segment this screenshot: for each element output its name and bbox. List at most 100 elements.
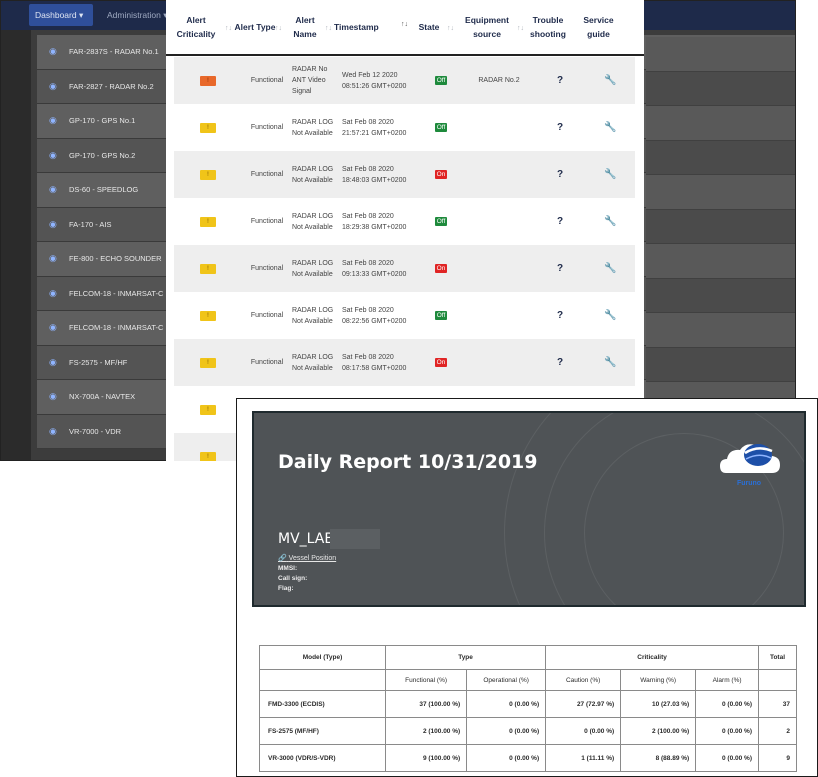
- equipment-name: FE-800 - ECHO SOUNDER: [69, 254, 162, 264]
- state-badge[interactable]: Off: [434, 217, 448, 226]
- sort-icon[interactable]: ↑↓: [275, 22, 282, 36]
- state-badge[interactable]: On: [434, 358, 448, 367]
- sort-icon[interactable]: ↑↓: [401, 18, 408, 32]
- vessel-position-link[interactable]: 🔗 Vessel Position: [278, 554, 336, 562]
- cell-type: Functional: [242, 77, 292, 84]
- wrench-icon[interactable]: 🔧: [604, 122, 616, 133]
- eye-icon[interactable]: ◉: [49, 81, 61, 92]
- state-badge[interactable]: On: [434, 170, 448, 179]
- header-label: Alert Type: [234, 22, 276, 32]
- mmsi-label: MMSI:: [278, 565, 298, 572]
- report-table-body: FMD-3300 (ECDIS) 37 (100.00 %) 0 (0.00 %) 2…: [259, 690, 797, 772]
- sidebar: [1, 30, 31, 460]
- table-row[interactable]: ! Functional RADAR LOG Not Available Sat Fe…: [174, 339, 635, 386]
- alert-name: RADAR LOG Not Available: [292, 212, 334, 231]
- table-row: [646, 210, 795, 244]
- wrench-icon[interactable]: 🔧: [604, 357, 616, 368]
- alert-name: RADAR LOG Not Available: [292, 165, 334, 184]
- column-header-source[interactable]: Equipment source ↑↓: [456, 0, 526, 54]
- equipment-list-right-columns: [646, 37, 795, 460]
- alert-name: RADAR LOG Not Available: [292, 353, 334, 372]
- sort-icon[interactable]: ↑↓: [225, 22, 232, 36]
- state-badge[interactable]: On: [434, 264, 448, 273]
- cell-type: Functional: [242, 171, 292, 178]
- troubleshooting-help-icon[interactable]: ?: [557, 122, 563, 133]
- state-badge[interactable]: Off: [434, 311, 448, 320]
- sort-icon[interactable]: ↑↓: [517, 22, 524, 36]
- alerts-panel: Alert Criticality ↑↓ Alert Type ↑↓ Alert N…: [166, 0, 644, 461]
- cell-caution: 27 (72.97 %): [545, 690, 622, 718]
- nav-administration-button[interactable]: Administration ▾: [101, 4, 174, 26]
- criticality-badge-icon: !: [200, 451, 216, 461]
- table-row[interactable]: ! Functional RADAR No ANT Video Signal Wed …: [174, 57, 635, 104]
- column-header-criticality[interactable]: Alert Criticality ↑↓: [166, 0, 234, 54]
- table-row[interactable]: ! Functional RADAR LOG Not Available Sat Fe…: [174, 292, 635, 339]
- eye-icon[interactable]: ◉: [49, 391, 61, 402]
- cell-timestamp: Sat Feb 08 2020 09:13:33 GMT+0200: [342, 258, 418, 280]
- wrench-icon[interactable]: 🔧: [604, 169, 616, 180]
- equipment-name: NX-700A - NAVTEX: [69, 392, 136, 402]
- sort-icon[interactable]: ↑↓: [325, 22, 332, 36]
- cell-criticality: !: [174, 451, 242, 461]
- cell-model: VR-3000 (VDR/S-VDR): [259, 744, 386, 772]
- table-row[interactable]: ! Functional RADAR LOG Not Available Sat Fe…: [174, 104, 635, 151]
- troubleshooting-help-icon[interactable]: ?: [557, 357, 563, 368]
- cell-caution: 0 (0.00 %): [545, 717, 622, 745]
- eye-icon[interactable]: ◉: [49, 426, 61, 437]
- cell-total: 9: [758, 744, 797, 772]
- state-badge[interactable]: Off: [434, 123, 448, 132]
- column-header-service-guide: Service guide: [578, 0, 627, 54]
- alerts-table-header: Alert Criticality ↑↓ Alert Type ↑↓ Alert N…: [166, 0, 644, 56]
- troubleshooting-help-icon[interactable]: ?: [557, 75, 563, 86]
- eye-icon[interactable]: ◉: [49, 322, 61, 333]
- table-row[interactable]: ! Functional RADAR LOG Not Available Sat Fe…: [174, 151, 635, 198]
- header-alarm: Alarm (%): [695, 669, 759, 691]
- chevron-down-icon: ▾: [78, 10, 84, 20]
- cell-type: Functional: [242, 218, 292, 225]
- eye-icon[interactable]: ◉: [49, 253, 61, 264]
- cell-name: RADAR LOG Not Available: [292, 352, 342, 374]
- sort-icon[interactable]: ↑↓: [447, 22, 454, 36]
- eye-icon[interactable]: ◉: [49, 46, 61, 57]
- nav-administration-label: Administration: [107, 10, 161, 20]
- troubleshooting-help-icon[interactable]: ?: [557, 310, 563, 321]
- alert-timestamp: Sat Feb 08 2020 08:17:58 GMT+0200: [342, 353, 407, 372]
- logo-text: Furuno: [737, 480, 761, 487]
- wrench-icon[interactable]: 🔧: [604, 75, 616, 86]
- state-badge[interactable]: Off: [434, 76, 448, 85]
- troubleshooting-help-icon[interactable]: ?: [557, 169, 563, 180]
- alert-type: Functional: [250, 171, 284, 178]
- column-header-state[interactable]: State ↑↓: [410, 0, 456, 54]
- cell-criticality: !: [174, 404, 242, 415]
- alert-type: Functional: [250, 77, 284, 84]
- cell-total: 2: [758, 717, 797, 745]
- table-row: FS-2575 (MF/HF) 2 (100.00 %) 0 (0.00 %) 0 (…: [259, 717, 797, 745]
- eye-icon[interactable]: ◉: [49, 150, 61, 161]
- column-header-name[interactable]: Alert Name ↑↓: [284, 0, 334, 54]
- eye-icon[interactable]: ◉: [49, 219, 61, 230]
- eye-icon[interactable]: ◉: [49, 184, 61, 195]
- wrench-icon[interactable]: 🔧: [604, 216, 616, 227]
- header-total: Total: [758, 645, 797, 670]
- alert-type: Functional: [250, 124, 284, 131]
- header-label: State: [418, 22, 440, 32]
- troubleshooting-help-icon[interactable]: ?: [557, 216, 563, 227]
- wrench-icon[interactable]: 🔧: [604, 310, 616, 321]
- alert-timestamp: Sat Feb 08 2020 18:48:03 GMT+0200: [342, 165, 407, 184]
- cell-criticality: !: [174, 122, 242, 133]
- alert-name: RADAR LOG Not Available: [292, 259, 334, 278]
- troubleshooting-help-icon[interactable]: ?: [557, 263, 563, 274]
- table-row: VR-3000 (VDR/S-VDR) 9 (100.00 %) 0 (0.00 %…: [259, 744, 797, 772]
- eye-icon[interactable]: ◉: [49, 115, 61, 126]
- column-header-timestamp[interactable]: Timestamp ↑↓: [334, 0, 410, 54]
- column-header-type[interactable]: Alert Type ↑↓: [234, 0, 284, 54]
- table-row[interactable]: ! Functional RADAR LOG Not Available Sat Fe…: [174, 245, 635, 292]
- cell-service-guide: 🔧: [586, 75, 635, 86]
- eye-icon[interactable]: ◉: [49, 288, 61, 299]
- eye-icon[interactable]: ◉: [49, 357, 61, 368]
- table-row[interactable]: ! Functional RADAR LOG Not Available Sat Fe…: [174, 198, 635, 245]
- nav-dashboard-button[interactable]: Dashboard ▾: [29, 4, 93, 26]
- wrench-icon[interactable]: 🔧: [604, 263, 616, 274]
- cell-criticality: !: [174, 216, 242, 227]
- cell-troubleshooting: ?: [534, 263, 586, 274]
